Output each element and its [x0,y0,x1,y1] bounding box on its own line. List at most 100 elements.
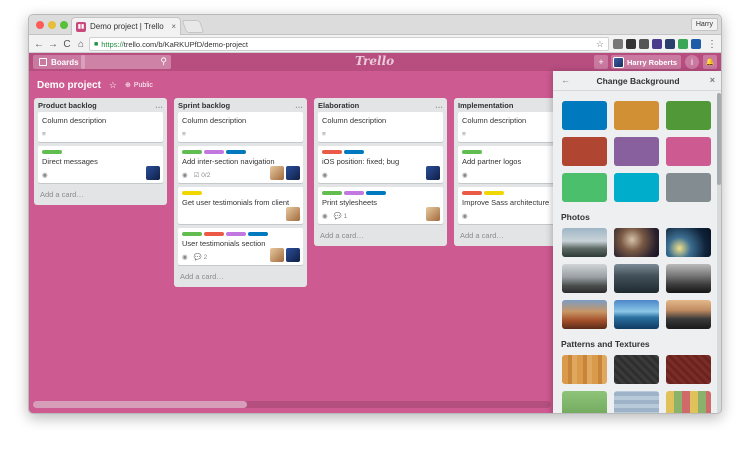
card-title: Print stylesheets [322,198,378,207]
list-menu-icon[interactable]: … [435,101,443,110]
info-button[interactable]: i [685,55,699,69]
avatar[interactable] [286,207,300,221]
add-card-button[interactable]: Add a card… [178,269,303,283]
panel-vertical-scrollbar[interactable] [717,93,721,413]
tab-close-icon[interactable]: × [171,22,176,31]
close-icon[interactable]: × [710,75,715,85]
card-title: Column description [42,116,107,125]
user-menu-button[interactable]: Harry Roberts [611,55,682,69]
extension-icon[interactable] [652,39,662,49]
board-horizontal-scrollbar[interactable] [33,401,551,408]
list-title[interactable]: Elaboration [318,101,359,110]
texture-thumbnail-red-fabric[interactable] [666,355,711,384]
photo-thumbnail-mountains[interactable] [562,228,607,257]
search-input[interactable]: ⚲ [81,55,171,69]
texture-thumbnail-dark-fabric[interactable] [614,355,659,384]
boards-button[interactable]: Boards [33,55,85,69]
color-swatch-red[interactable] [562,137,607,166]
card-title: Get user testimonials from client [182,198,290,207]
minimize-window-button[interactable] [48,21,56,29]
extension-icon[interactable] [665,39,675,49]
color-swatch-green[interactable] [666,101,711,130]
photo-thumbnail-sunset-pier[interactable] [666,300,711,329]
back-button[interactable]: ← [32,37,46,51]
reload-button[interactable]: C [60,37,74,51]
address-bar[interactable]: ■ https:// trello.com/b/KaRKUPfD/demo-pr… [89,37,609,51]
description-icon: ≡ [322,130,326,138]
card[interactable]: Column description ≡ [318,112,443,142]
card[interactable]: Add inter-section navigation ◉ ☑ 0/2 [178,146,303,183]
avatar[interactable] [286,248,300,262]
color-swatch-pink[interactable] [666,137,711,166]
card-label-yellow [484,191,504,195]
texture-thumbnail-colorful[interactable] [666,391,711,413]
color-swatch-blue[interactable] [562,101,607,130]
cast-icon[interactable] [613,39,623,49]
add-card-button[interactable]: Add a card… [318,228,443,242]
extension-shield-icon[interactable] [678,39,688,49]
list-title[interactable]: Product backlog [38,101,97,110]
color-swatch-lime[interactable] [562,173,607,202]
texture-thumbnail-green[interactable] [562,391,607,413]
card[interactable]: Get user testimonials from client [178,187,303,224]
extension-icon[interactable] [639,39,649,49]
photo-thumbnail-dark-landscape[interactable] [614,264,659,293]
add-card-button[interactable]: Add a card… [38,187,163,201]
close-window-button[interactable] [36,21,44,29]
avatar[interactable] [270,248,284,262]
texture-thumbnail-waves[interactable] [614,391,659,413]
card[interactable]: Column description ≡ [178,112,303,142]
board-title[interactable]: Demo project [37,80,101,91]
watching-eye-icon: ◉ [322,213,328,220]
photo-thumbnail-foggy-hills[interactable] [562,264,607,293]
card[interactable]: iOS position: fixed; bug ◉ [318,146,443,183]
extension-gear-icon[interactable] [626,39,636,49]
color-swatch-sky[interactable] [614,173,659,202]
url-scheme: https:// [101,39,124,49]
card[interactable]: User testimonials section ◉ 💬 2 [178,228,303,265]
browser-menu-icon[interactable]: ⋮ [705,37,719,51]
card-label-purple [226,232,246,236]
avatar[interactable] [270,166,284,180]
avatar[interactable] [286,166,300,180]
add-button[interactable]: + [594,55,608,69]
globe-icon: ⊕ [124,82,131,89]
photo-thumbnail-nebula[interactable] [614,228,659,257]
star-board-icon[interactable]: ☆ [109,80,117,91]
card-title: Column description [322,116,387,125]
avatar[interactable] [426,207,440,221]
maximize-window-button[interactable] [60,21,68,29]
list-title[interactable]: Sprint backlog [178,101,230,110]
bookmark-star-icon[interactable]: ☆ [596,39,604,50]
list-title[interactable]: Implementation [458,101,513,110]
card[interactable]: Print stylesheets ◉ 💬 1 [318,187,443,224]
list-menu-icon[interactable]: … [295,101,303,110]
home-button[interactable]: ⌂ [74,37,88,51]
color-swatch-grey[interactable] [666,173,711,202]
card[interactable]: Direct messages ◉ [38,146,163,183]
new-tab-button[interactable] [181,20,205,33]
forward-button[interactable]: → [46,37,60,51]
trello-logo[interactable]: Trello [355,54,394,68]
color-swatch-purple[interactable] [614,137,659,166]
photo-thumbnail-beach[interactable] [614,300,659,329]
avatar[interactable] [146,166,160,180]
watching-eye-icon: ◉ [462,213,468,220]
extension-icon[interactable] [691,39,701,49]
photo-thumbnail-canyon[interactable] [562,300,607,329]
list-menu-icon[interactable]: … [155,101,163,110]
browser-tab[interactable]: ▮▮ Demo project | Trello × [71,17,181,35]
scrollbar-thumb[interactable] [33,401,247,408]
avatar[interactable] [426,166,440,180]
profile-button[interactable]: Harry [690,18,718,31]
photo-thumbnail-city-bw[interactable] [666,264,711,293]
texture-thumbnail-wood[interactable] [562,355,607,384]
notifications-bell-icon[interactable]: 🔔 [703,55,717,69]
color-swatch-orange[interactable] [614,101,659,130]
visibility-button[interactable]: ⊕ Public [124,81,153,90]
patterns-heading: Patterns and Textures [561,339,650,349]
card[interactable]: Column description ≡ [38,112,163,142]
scrollbar-thumb[interactable] [717,93,721,185]
back-arrow-icon[interactable]: ← [561,75,570,85]
photo-thumbnail-bokeh[interactable] [666,228,711,257]
